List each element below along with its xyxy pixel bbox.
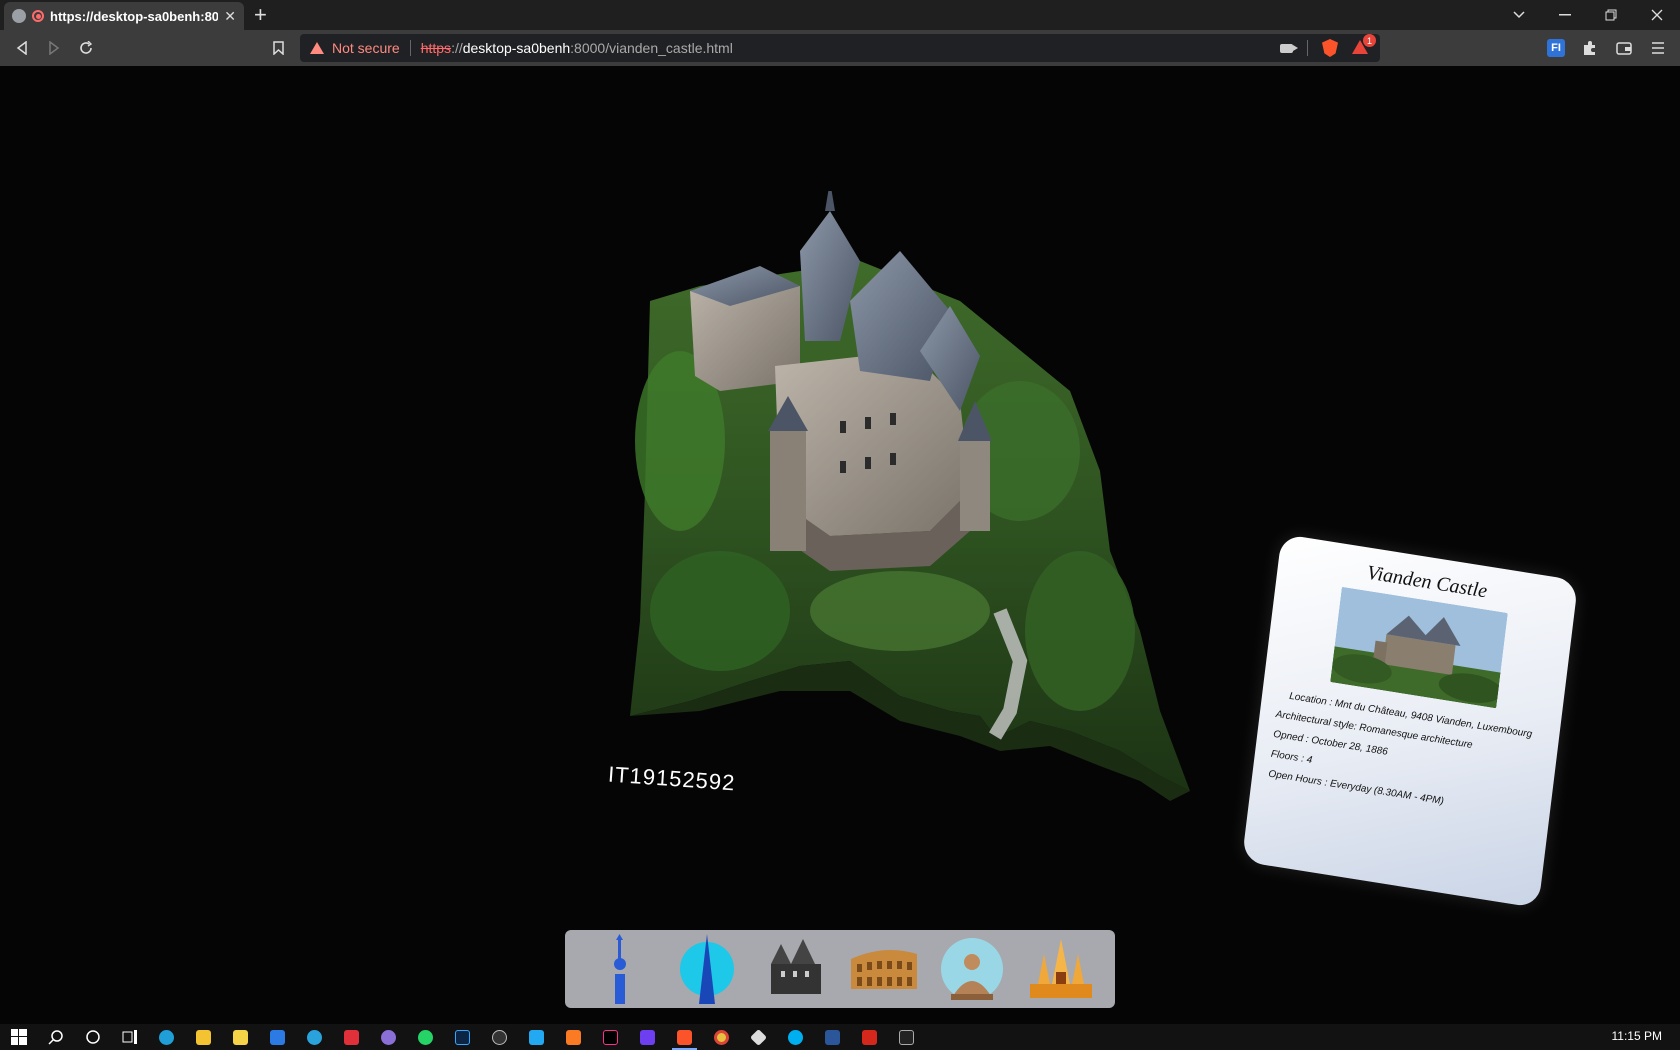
- angkor-temple-icon[interactable]: [1023, 934, 1099, 1004]
- windows-taskbar: [0, 1024, 1680, 1050]
- whatsapp-icon[interactable]: [407, 1024, 444, 1050]
- close-window-icon[interactable]: [1634, 0, 1680, 30]
- brave-taskbar-icon[interactable]: [666, 1024, 703, 1050]
- fi-extension-label: FI: [1547, 39, 1565, 57]
- burj-khalifa-icon[interactable]: [669, 934, 745, 1004]
- vianden-castle-icon[interactable]: [758, 934, 834, 1004]
- obs-icon[interactable]: [481, 1024, 518, 1050]
- not-secure-label[interactable]: Not secure: [332, 40, 400, 56]
- terminal-icon[interactable]: [888, 1024, 925, 1050]
- search-icon[interactable]: [37, 1024, 74, 1050]
- phpstorm-icon[interactable]: [629, 1024, 666, 1050]
- chrome-icon[interactable]: [703, 1024, 740, 1050]
- url-scheme: https: [420, 40, 452, 56]
- store-icon[interactable]: [222, 1024, 259, 1050]
- new-tab-button[interactable]: +: [254, 3, 267, 27]
- tab-search-icon[interactable]: [1496, 0, 1542, 30]
- word-icon[interactable]: [814, 1024, 851, 1050]
- skype-icon[interactable]: [777, 1024, 814, 1050]
- taskbar-clock[interactable]: 11:15 PM: [1612, 1029, 1662, 1043]
- colosseum-icon[interactable]: [846, 934, 922, 1004]
- camera-icon[interactable]: [1280, 43, 1298, 53]
- intellij-icon[interactable]: [592, 1024, 629, 1050]
- start-icon[interactable]: [0, 1024, 37, 1050]
- tab-title: https://desktop-sa0benh:8000: [50, 8, 218, 24]
- brave-rewards-icon[interactable]: 1: [1352, 34, 1376, 56]
- url-path: :8000/vianden_castle.html: [570, 40, 733, 56]
- browser-toolbar: Not secure https://desktop-sa0benh:8000/…: [0, 30, 1680, 66]
- statue-of-liberty-icon[interactable]: [581, 934, 657, 1004]
- reload-button[interactable]: [74, 36, 98, 60]
- rewards-badge: 1: [1363, 34, 1376, 47]
- url-host: desktop-sa0benh: [462, 40, 571, 56]
- vscode-icon[interactable]: [518, 1024, 555, 1050]
- recording-icon: [32, 10, 44, 22]
- castle-photo: [1330, 586, 1508, 709]
- tab-active[interactable]: https://desktop-sa0benh:8000 ✕: [4, 2, 244, 30]
- app-red-icon[interactable]: [333, 1024, 370, 1050]
- fi-extension-icon[interactable]: FI: [1546, 38, 1566, 58]
- restore-icon[interactable]: [1588, 0, 1634, 30]
- omnibox-divider-right: [1307, 40, 1308, 56]
- warning-icon: [310, 42, 324, 54]
- buddha-statue-icon[interactable]: [934, 934, 1010, 1004]
- menu-icon[interactable]: [1648, 38, 1668, 58]
- site-favicon-icon: [12, 9, 26, 23]
- forward-button[interactable]: [42, 36, 66, 60]
- xampp-icon[interactable]: [555, 1024, 592, 1050]
- wallet-icon[interactable]: [1614, 38, 1634, 58]
- app-purple-icon[interactable]: [370, 1024, 407, 1050]
- acrobat-icon[interactable]: [851, 1024, 888, 1050]
- tab-close-icon[interactable]: ✕: [224, 8, 236, 25]
- address-bar[interactable]: Not secure https://desktop-sa0benh:8000/…: [300, 34, 1380, 62]
- brave-shields-icon[interactable]: [1322, 39, 1338, 57]
- task-view-icon[interactable]: [111, 1024, 148, 1050]
- webgl-scene[interactable]: Vianden Castle Location : Mnt du Château…: [0, 66, 1680, 1024]
- mail-icon[interactable]: [259, 1024, 296, 1050]
- back-button[interactable]: [10, 36, 34, 60]
- tab-strip: https://desktop-sa0benh:8000 ✕ +: [0, 0, 1680, 30]
- castle-3d-model[interactable]: [600, 191, 1240, 841]
- omnibox-divider: [409, 40, 411, 56]
- minimize-icon[interactable]: [1542, 0, 1588, 30]
- url-separator: ://: [451, 40, 463, 56]
- edge-icon[interactable]: [148, 1024, 185, 1050]
- photoshop-icon[interactable]: [444, 1024, 481, 1050]
- extensions-puzzle-icon[interactable]: [1580, 38, 1600, 58]
- bookmark-icon[interactable]: [266, 36, 290, 60]
- landmark-dock: [565, 930, 1115, 1008]
- info-card: Vianden Castle Location : Mnt du Château…: [1241, 533, 1579, 909]
- file-explorer-icon[interactable]: [185, 1024, 222, 1050]
- unity-icon[interactable]: [740, 1024, 777, 1050]
- cortana-icon[interactable]: [74, 1024, 111, 1050]
- telegram-icon[interactable]: [296, 1024, 333, 1050]
